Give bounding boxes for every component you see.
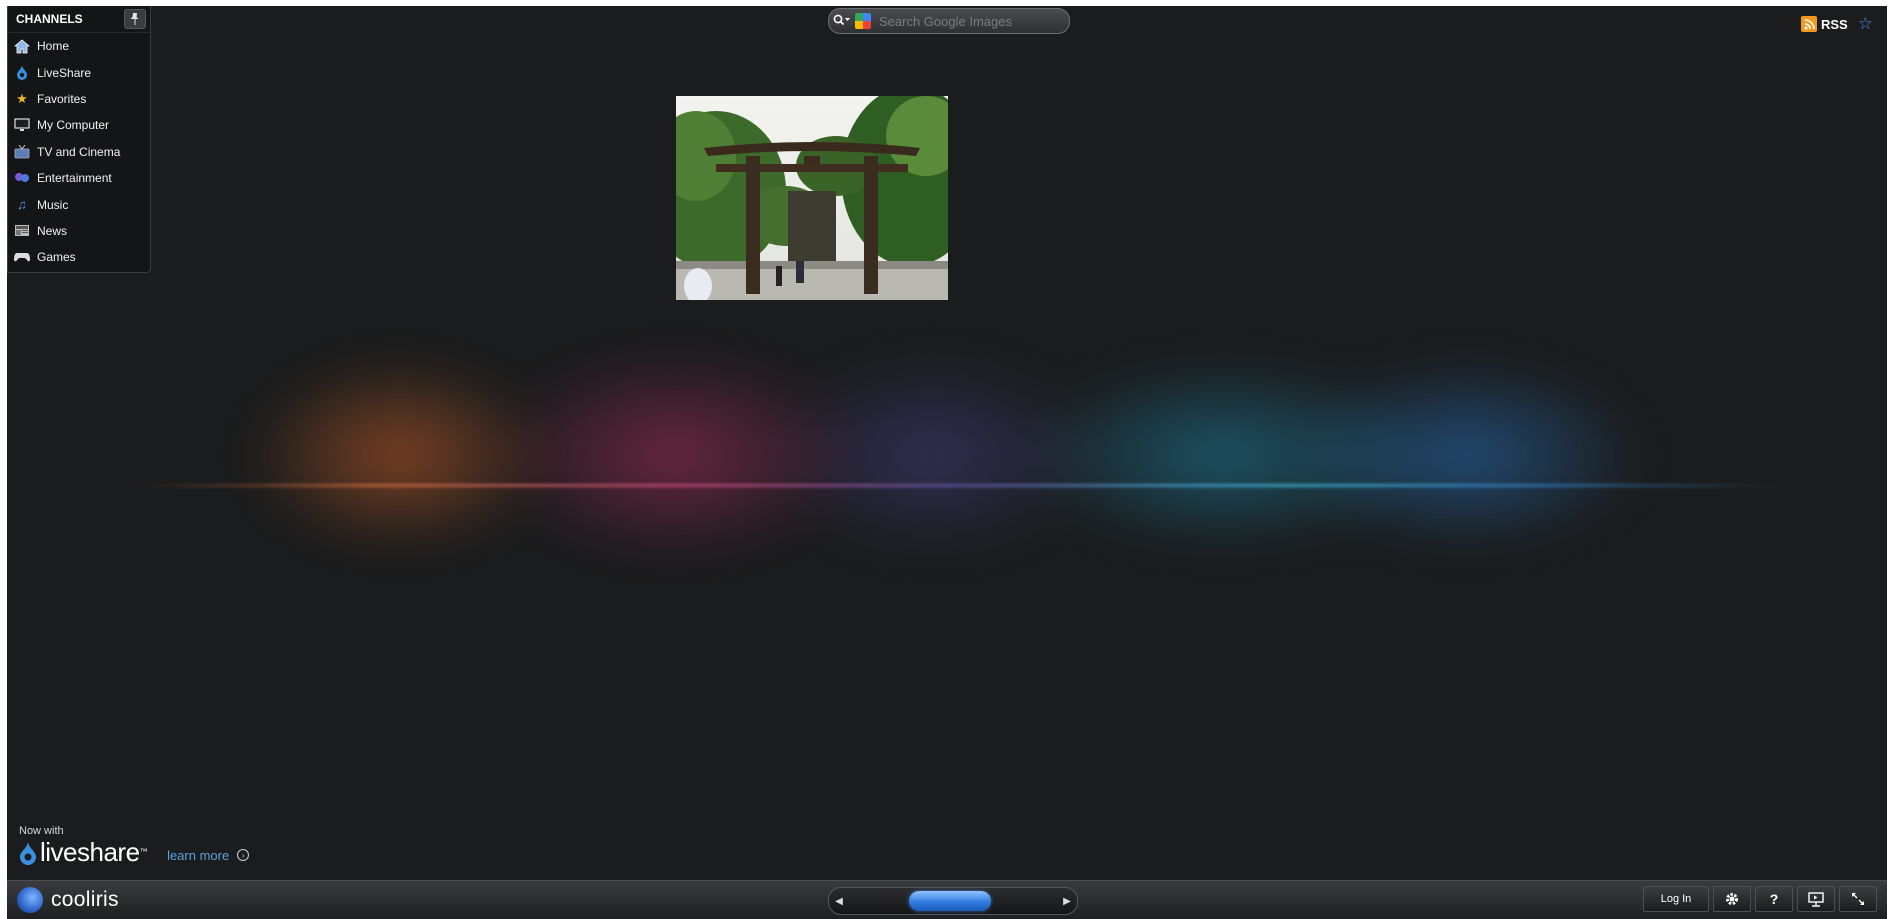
channel-item-liveshare[interactable]: LiveShare	[8, 59, 150, 85]
settings-gear-icon[interactable]	[1713, 886, 1751, 912]
google-icon	[855, 13, 871, 29]
channel-label: LiveShare	[37, 65, 92, 80]
channels-title: CHANNELS	[16, 12, 83, 26]
help-button[interactable]: ?	[1755, 886, 1793, 912]
toolbar-buttons: Log In ?	[1643, 886, 1877, 912]
scroll-track[interactable]	[849, 891, 1057, 911]
rss-icon[interactable]	[1801, 16, 1817, 32]
brand-name: cooliris	[51, 888, 119, 911]
channel-item-games[interactable]: Games	[8, 244, 150, 270]
channels-header: CHANNELS	[8, 6, 150, 33]
bottom-toolbar: cooliris ◀ ▶ Log In ?	[7, 880, 1887, 919]
scroll-left-icon[interactable]: ◀	[829, 896, 849, 907]
home-icon	[13, 38, 31, 54]
channel-item-favorites[interactable]: ★ Favorites	[8, 86, 150, 112]
photo-thumbnail[interactable]	[676, 96, 948, 300]
spectrum-glow	[107, 266, 1827, 686]
music-note-icon: ♫	[17, 197, 27, 213]
liveshare-promo: Now with liveshare™ learn more ›	[19, 825, 250, 867]
search-icon[interactable]	[829, 14, 855, 29]
cooliris-logo-icon	[17, 887, 43, 913]
entertainment-icon	[13, 170, 31, 186]
star-icon: ★	[16, 90, 28, 106]
pin-icon[interactable]	[124, 9, 146, 29]
fullscreen-icon[interactable]	[1839, 886, 1877, 912]
monitor-icon	[13, 117, 31, 133]
liveshare-logo-icon	[20, 841, 36, 865]
login-button[interactable]: Log In	[1643, 886, 1709, 912]
channel-item-home[interactable]: Home	[8, 33, 150, 59]
channel-item-tv-and-cinema[interactable]: TV and Cinema	[8, 139, 150, 165]
promo-brand: liveshare™	[40, 837, 148, 867]
gamepad-icon	[13, 249, 31, 265]
channel-label: Home	[37, 39, 70, 54]
tv-icon	[13, 144, 31, 160]
channel-label: Games	[37, 250, 76, 265]
channel-label: Favorites	[37, 91, 87, 106]
promo-now-with: Now with	[19, 825, 64, 837]
scroll-right-icon[interactable]: ▶	[1057, 896, 1077, 907]
channel-label: News	[37, 223, 68, 238]
channel-item-news[interactable]: News	[8, 218, 150, 244]
promo-brand-text: liveshare	[40, 837, 140, 867]
spectrum-line	[137, 484, 1787, 487]
channel-item-music[interactable]: ♫ Music	[8, 191, 150, 217]
liveshare-icon	[13, 65, 31, 81]
channel-label: My Computer	[37, 118, 110, 133]
wall-scrollbar[interactable]: ◀ ▶	[828, 887, 1078, 915]
rss-area: RSS ☆	[1801, 14, 1873, 34]
channel-label: TV and Cinema	[37, 144, 121, 159]
cooliris-brand: cooliris	[17, 887, 119, 913]
search-input[interactable]	[877, 12, 1061, 30]
channel-item-my-computer[interactable]: My Computer	[8, 112, 150, 138]
learn-more-arrow-icon[interactable]: ›	[237, 849, 250, 861]
channel-label: Entertainment	[37, 171, 112, 186]
channels-panel: CHANNELS Home LiveShare ★ Favorites My C…	[7, 6, 151, 273]
channel-item-entertainment[interactable]: Entertainment	[8, 165, 150, 191]
newspaper-icon	[13, 223, 31, 239]
promo-trademark: ™	[139, 847, 148, 856]
favorite-star-icon[interactable]: ☆	[1858, 14, 1873, 34]
search-box	[828, 8, 1070, 34]
slideshow-icon[interactable]	[1797, 886, 1835, 912]
learn-more-link[interactable]: learn more	[167, 848, 229, 863]
rss-label[interactable]: RSS	[1821, 17, 1848, 32]
scroll-thumb[interactable]	[909, 891, 991, 911]
channel-label: Music	[37, 197, 69, 212]
